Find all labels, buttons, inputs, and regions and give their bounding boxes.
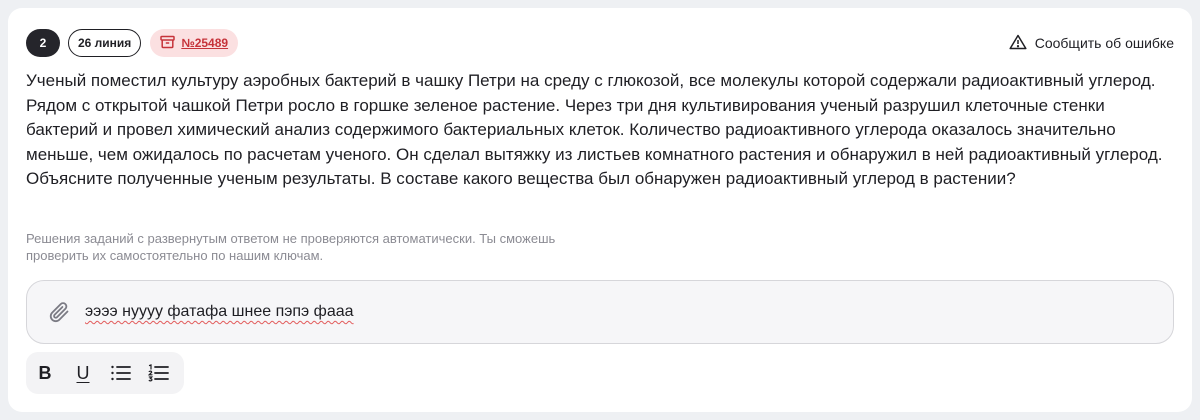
bold-label: B — [38, 362, 52, 383]
report-error-label: Сообщить об ошибке — [1034, 35, 1174, 51]
answer-input[interactable]: ээээ нуууу фатафа шнее пэпэ фааа — [26, 280, 1174, 344]
task-id-link[interactable]: №25489 — [150, 29, 239, 57]
auto-check-note: Решения заданий с развернутым ответом не… — [26, 230, 726, 264]
note-line-2: проверить их самостоятельно по нашим клю… — [26, 248, 324, 263]
answer-text: ээээ нуууу фатафа шнее пэпэ фааа — [85, 303, 354, 320]
task-header: 2 26 линия №25489 Сообщить об ошибке — [26, 28, 1174, 58]
bulleted-list-button[interactable] — [102, 354, 140, 392]
note-line-1: Решения заданий с развернутым ответом не… — [26, 231, 556, 246]
report-error-button[interactable]: Сообщить об ошибке — [1009, 34, 1174, 53]
task-id-label: №25489 — [181, 36, 229, 50]
archive-box-icon — [160, 35, 176, 52]
numbered-list-icon — [148, 364, 170, 382]
task-card: 2 26 линия №25489 Сообщить об ошибке Уче… — [8, 8, 1192, 412]
bulleted-list-icon — [110, 364, 132, 382]
task-number-badge: 2 — [26, 29, 60, 57]
underline-label: U — [76, 362, 90, 383]
numbered-list-button[interactable] — [140, 354, 178, 392]
line-badge: 26 линия — [68, 29, 142, 57]
paperclip-icon[interactable] — [47, 300, 71, 324]
underline-button[interactable]: U — [64, 354, 102, 392]
warning-triangle-icon — [1009, 34, 1027, 53]
format-toolbar: B U — [26, 352, 184, 394]
bold-button[interactable]: B — [26, 354, 64, 392]
question-text: Ученый поместил культуру аэробных бактер… — [26, 71, 1163, 188]
